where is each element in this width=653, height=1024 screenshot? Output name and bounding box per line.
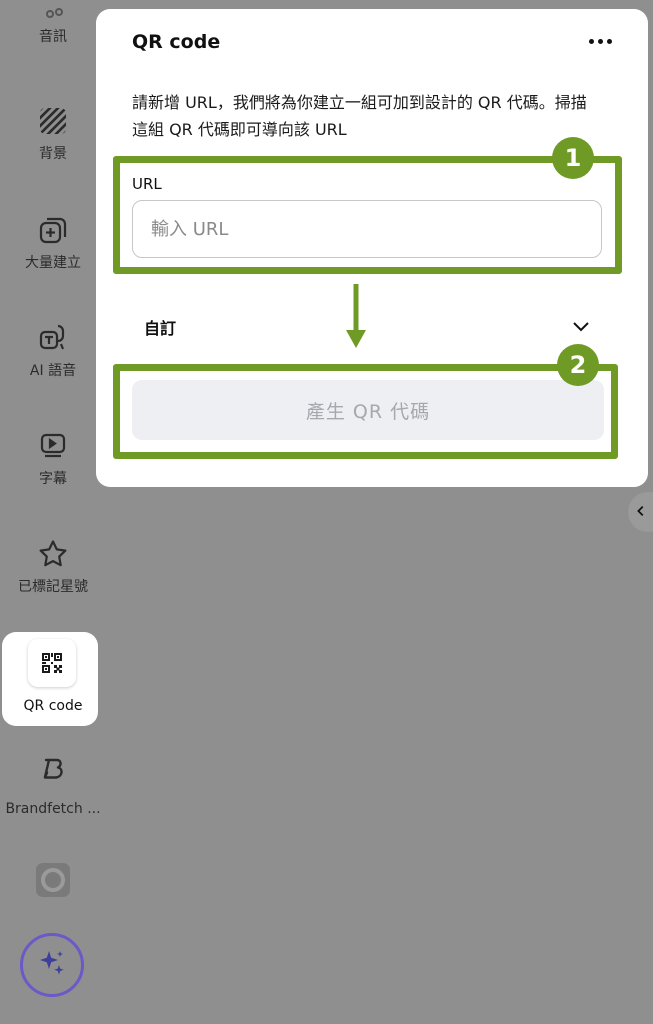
sidebar-item-background[interactable]: 背景: [0, 105, 106, 163]
sidebar-item-label: Brandfetch ...: [5, 801, 101, 817]
customize-label: 自訂: [144, 319, 177, 338]
sidebar-item-captions[interactable]: 字幕: [0, 430, 106, 488]
more-dots-icon: [606, 38, 612, 44]
collapse-panel-button[interactable]: [628, 492, 653, 532]
sidebar-item-bulk-create[interactable]: 大量建立: [0, 214, 106, 272]
sidebar-item-starred[interactable]: 已標記星號: [0, 538, 106, 596]
sidebar-item-app[interactable]: [0, 862, 106, 904]
audio-icon: [37, 0, 69, 22]
brandfetch-logo-icon: [37, 755, 69, 787]
sidebar-item-brandfetch[interactable]: Brandfetch ...: [0, 755, 106, 817]
annotation-badge-2: 2: [557, 344, 599, 386]
sparkle-icon: [36, 947, 68, 983]
sidebar-item-qr-code[interactable]: QR code: [0, 698, 106, 714]
app-thumbnail-icon: [35, 862, 71, 898]
sidebar-item-label: 字幕: [39, 471, 67, 487]
sidebar-item-ai-voice[interactable]: AI 語音: [0, 322, 106, 380]
ai-voice-icon: [37, 322, 69, 354]
star-icon: [37, 538, 69, 570]
captions-icon: [37, 430, 69, 462]
more-options-button[interactable]: [582, 29, 618, 53]
panel-title: QR code: [132, 31, 221, 53]
bulk-create-icon: [37, 214, 69, 246]
qr-code-icon[interactable]: [28, 639, 76, 687]
annotation-badge-1: 1: [552, 137, 594, 179]
sidebar-item-label: 已標記星號: [18, 579, 88, 595]
background-stripes-icon: [37, 105, 69, 137]
sidebar-item-label: QR code: [23, 698, 83, 714]
sidebar-item-label: 音訊: [39, 29, 67, 45]
chevron-left-icon: [634, 503, 648, 522]
annotation-box-2: [113, 364, 618, 459]
sidebar-item-audio[interactable]: 音訊: [0, 0, 106, 46]
magic-assistant-button[interactable]: [20, 933, 84, 997]
sidebar-item-label: 背景: [39, 146, 67, 162]
chevron-down-icon: [570, 315, 592, 337]
annotation-arrow-icon: [346, 284, 366, 348]
more-dots-icon: [597, 38, 603, 44]
panel-description: 請新增 URL，我們將為你建立一組可加到設計的 QR 代碼。掃描這組 QR 代碼…: [132, 93, 587, 139]
sidebar-item-label: AI 語音: [29, 363, 77, 379]
sidebar-item-label: 大量建立: [25, 255, 81, 271]
left-sidebar: 音訊 背景 大量建立 AI 語音 字幕 已標記星號 QR code Brandf…: [0, 0, 106, 1024]
more-dots-icon: [588, 38, 594, 44]
annotation-box-1: [113, 156, 622, 274]
